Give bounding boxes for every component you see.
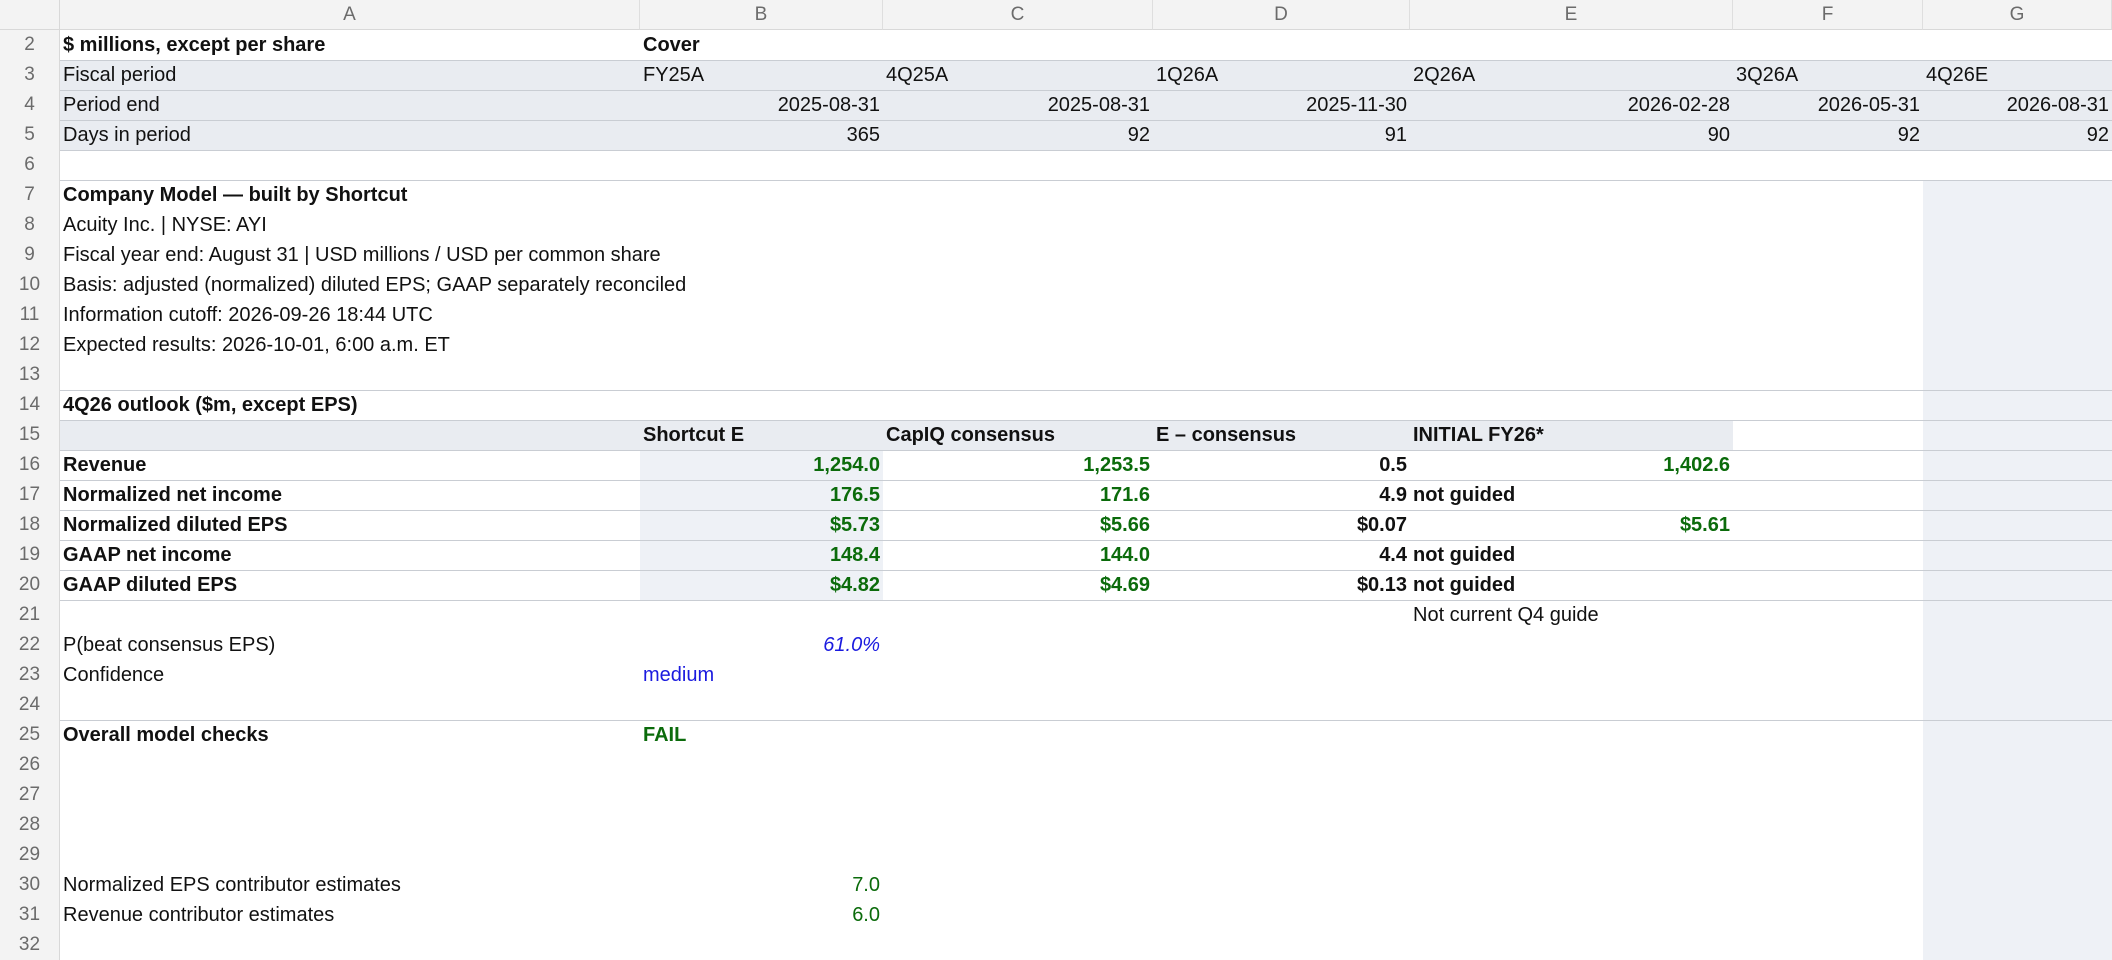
outlook-consensus-cell[interactable]: 171.6 bbox=[883, 480, 1153, 510]
period-end-cell[interactable]: 2026-02-28 bbox=[1410, 90, 1733, 120]
days-cell[interactable]: 91 bbox=[1153, 120, 1410, 150]
confidence-label[interactable]: Confidence bbox=[60, 660, 640, 690]
units-label[interactable]: $ millions, except per share bbox=[60, 30, 640, 60]
period-end-cell[interactable]: 2026-08-31 bbox=[1923, 90, 2112, 120]
outlook-footnote[interactable]: Not current Q4 guide bbox=[1410, 600, 1733, 630]
days-cell[interactable]: 92 bbox=[1923, 120, 2112, 150]
fiscal-period-label[interactable]: Fiscal period bbox=[60, 60, 640, 90]
outlook-consensus-cell[interactable]: 144.0 bbox=[883, 540, 1153, 570]
probability-label[interactable]: P(beat consensus EPS) bbox=[60, 630, 640, 660]
outlook-title[interactable]: 4Q26 outlook ($m, except EPS) bbox=[60, 390, 640, 420]
outlook-diff-cell[interactable]: 0.5 bbox=[1153, 450, 1410, 480]
probability-value[interactable]: 61.0% bbox=[640, 630, 883, 660]
fiscal-period-cell[interactable]: 2Q26A bbox=[1410, 60, 1733, 90]
outlook-initial-cell[interactable]: 1,402.6 bbox=[1410, 450, 1733, 480]
fiscal-period-cell[interactable]: 3Q26A bbox=[1733, 60, 1923, 90]
contributor-label[interactable]: Normalized EPS contributor estimates bbox=[60, 870, 640, 900]
outlook-consensus-cell[interactable]: 1,253.5 bbox=[883, 450, 1153, 480]
outlook-initial-cell[interactable]: not guided bbox=[1410, 570, 1733, 600]
period-end-label[interactable]: Period end bbox=[60, 90, 640, 120]
period-end-cell[interactable]: 2025-08-31 bbox=[640, 90, 883, 120]
period-end-cell[interactable]: 2025-11-30 bbox=[1153, 90, 1410, 120]
model-checks-label[interactable]: Overall model checks bbox=[60, 720, 640, 750]
model-checks-status[interactable]: FAIL bbox=[640, 720, 883, 750]
outlook-shortcut-cell[interactable]: 1,254.0 bbox=[640, 450, 883, 480]
period-end-cell[interactable]: 2025-08-31 bbox=[883, 90, 1153, 120]
days-cell[interactable]: 92 bbox=[1733, 120, 1923, 150]
outlook-shortcut-cell[interactable]: $4.82 bbox=[640, 570, 883, 600]
outlook-row-label[interactable]: GAAP net income bbox=[60, 540, 640, 570]
fiscal-period-cell[interactable]: 1Q26A bbox=[1153, 60, 1410, 90]
outlook-col-header[interactable]: Shortcut E bbox=[640, 420, 883, 450]
confidence-value[interactable]: medium bbox=[640, 660, 883, 690]
cutoff-line[interactable]: Information cutoff: 2026-09-26 18:44 UTC bbox=[60, 300, 960, 330]
days-cell[interactable]: 365 bbox=[640, 120, 883, 150]
outlook-col-header[interactable]: INITIAL FY26* bbox=[1410, 420, 1733, 450]
outlook-shortcut-cell[interactable]: 148.4 bbox=[640, 540, 883, 570]
outlook-initial-cell[interactable]: $5.61 bbox=[1410, 510, 1733, 540]
spreadsheet: A B C D E F G 2 3 4 5 6 7 8 9 10 11 12 13 14 15 16 17 18 19 20 21 2… bbox=[0, 0, 2112, 960]
basis-line[interactable]: Basis: adjusted (normalized) diluted EPS… bbox=[60, 270, 960, 300]
outlook-shortcut-cell[interactable]: $5.73 bbox=[640, 510, 883, 540]
contributor-value[interactable]: 6.0 bbox=[640, 900, 883, 930]
outlook-col-header[interactable]: CapIQ consensus bbox=[883, 420, 1153, 450]
period-end-cell[interactable]: 2026-05-31 bbox=[1733, 90, 1923, 120]
outlook-row-label[interactable]: Revenue bbox=[60, 450, 640, 480]
model-title[interactable]: Company Model — built by Shortcut bbox=[60, 180, 960, 210]
outlook-row-label[interactable]: Normalized diluted EPS bbox=[60, 510, 640, 540]
outlook-diff-cell[interactable]: 4.9 bbox=[1153, 480, 1410, 510]
company-line[interactable]: Acuity Inc. | NYSE: AYI bbox=[60, 210, 960, 240]
sheet-cells: $ millions, except per share Cover Fisca… bbox=[0, 0, 2112, 960]
outlook-diff-cell[interactable]: $0.13 bbox=[1153, 570, 1410, 600]
outlook-diff-cell[interactable]: 4.4 bbox=[1153, 540, 1410, 570]
outlook-initial-cell[interactable]: not guided bbox=[1410, 480, 1733, 510]
contributor-label[interactable]: Revenue contributor estimates bbox=[60, 900, 640, 930]
sheet-name[interactable]: Cover bbox=[640, 30, 883, 60]
outlook-consensus-cell[interactable]: $4.69 bbox=[883, 570, 1153, 600]
outlook-diff-cell[interactable]: $0.07 bbox=[1153, 510, 1410, 540]
expected-line[interactable]: Expected results: 2026-10-01, 6:00 a.m. … bbox=[60, 330, 960, 360]
outlook-shortcut-cell[interactable]: 176.5 bbox=[640, 480, 883, 510]
fiscal-period-cell[interactable]: FY25A bbox=[640, 60, 883, 90]
days-label[interactable]: Days in period bbox=[60, 120, 640, 150]
outlook-row-label[interactable]: GAAP diluted EPS bbox=[60, 570, 640, 600]
fiscal-year-line[interactable]: Fiscal year end: August 31 | USD million… bbox=[60, 240, 960, 270]
outlook-row-label[interactable]: Normalized net income bbox=[60, 480, 640, 510]
outlook-col-header[interactable]: E – consensus bbox=[1153, 420, 1410, 450]
outlook-initial-cell[interactable]: not guided bbox=[1410, 540, 1733, 570]
days-cell[interactable]: 90 bbox=[1410, 120, 1733, 150]
fiscal-period-cell[interactable]: 4Q26E bbox=[1923, 60, 2112, 90]
outlook-consensus-cell[interactable]: $5.66 bbox=[883, 510, 1153, 540]
days-cell[interactable]: 92 bbox=[883, 120, 1153, 150]
fiscal-period-cell[interactable]: 4Q25A bbox=[883, 60, 1153, 90]
contributor-value[interactable]: 7.0 bbox=[640, 870, 883, 900]
